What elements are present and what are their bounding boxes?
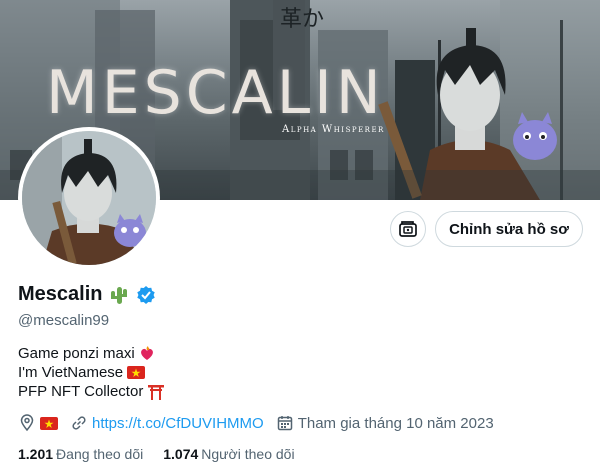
bio-line: PFP NFT Collector: [18, 382, 165, 401]
following-count: 1.201: [18, 446, 54, 462]
user-handle: @mescalin99: [18, 312, 110, 329]
edit-profile-button[interactable]: Chỉnh sửa hồ sơ: [435, 211, 583, 247]
verified-badge-icon[interactable]: [136, 285, 156, 305]
vietnam-flag-icon: [40, 416, 58, 430]
website: https://t.co/CfDUVIHMMO: [70, 414, 264, 432]
banner-subtitle: Alpha Whisperer: [282, 124, 385, 135]
banner-title: MESCALIN: [46, 58, 385, 128]
followers-label: Người theo dõi: [201, 446, 295, 462]
bio-text: I'm VietNamese: [18, 364, 124, 381]
bio-text: PFP NFT Collector: [18, 383, 144, 400]
following-link[interactable]: 1.201 Đang theo dõi: [18, 446, 143, 462]
wallet-icon: [399, 221, 417, 237]
location-pin-icon: [20, 414, 34, 432]
cactus-icon: [111, 286, 128, 304]
website-link[interactable]: https://t.co/CfDUVIHMMO: [92, 415, 264, 432]
bio-text: Game ponzi maxi: [18, 345, 135, 362]
banner-kanji: 革か: [280, 7, 324, 32]
bio-line: Game ponzi maxi: [18, 344, 165, 363]
profile-meta: https://t.co/CfDUVIHMMO Tham gia tháng 1…: [18, 414, 506, 432]
name-row: Mescalin: [18, 283, 156, 306]
join-date: Tham gia tháng 10 năm 2023: [276, 414, 494, 432]
follow-stats: 1.201 Đang theo dõi 1.074 Người theo dõi: [18, 446, 295, 462]
vietnam-flag-icon: [127, 366, 146, 379]
wallet-button[interactable]: [390, 211, 426, 247]
display-name: Mescalin: [18, 283, 103, 305]
link-icon: [72, 416, 86, 430]
profile-avatar[interactable]: [18, 127, 160, 269]
bio-line: I'm VietNamese: [18, 363, 165, 382]
followers-link[interactable]: 1.074 Người theo dõi: [163, 446, 294, 462]
profile-bio: Game ponzi maxi I'm VietNamese PFP NFT C…: [18, 344, 165, 401]
heart-on-fire-icon: [140, 345, 153, 360]
location: [18, 414, 58, 432]
avatar-image: [22, 131, 156, 265]
join-date-text: Tham gia tháng 10 năm 2023: [297, 414, 494, 432]
following-label: Đang theo dõi: [56, 446, 144, 462]
torii-gate-icon: [148, 384, 165, 400]
followers-count: 1.074: [163, 446, 199, 462]
calendar-icon: [277, 416, 292, 431]
